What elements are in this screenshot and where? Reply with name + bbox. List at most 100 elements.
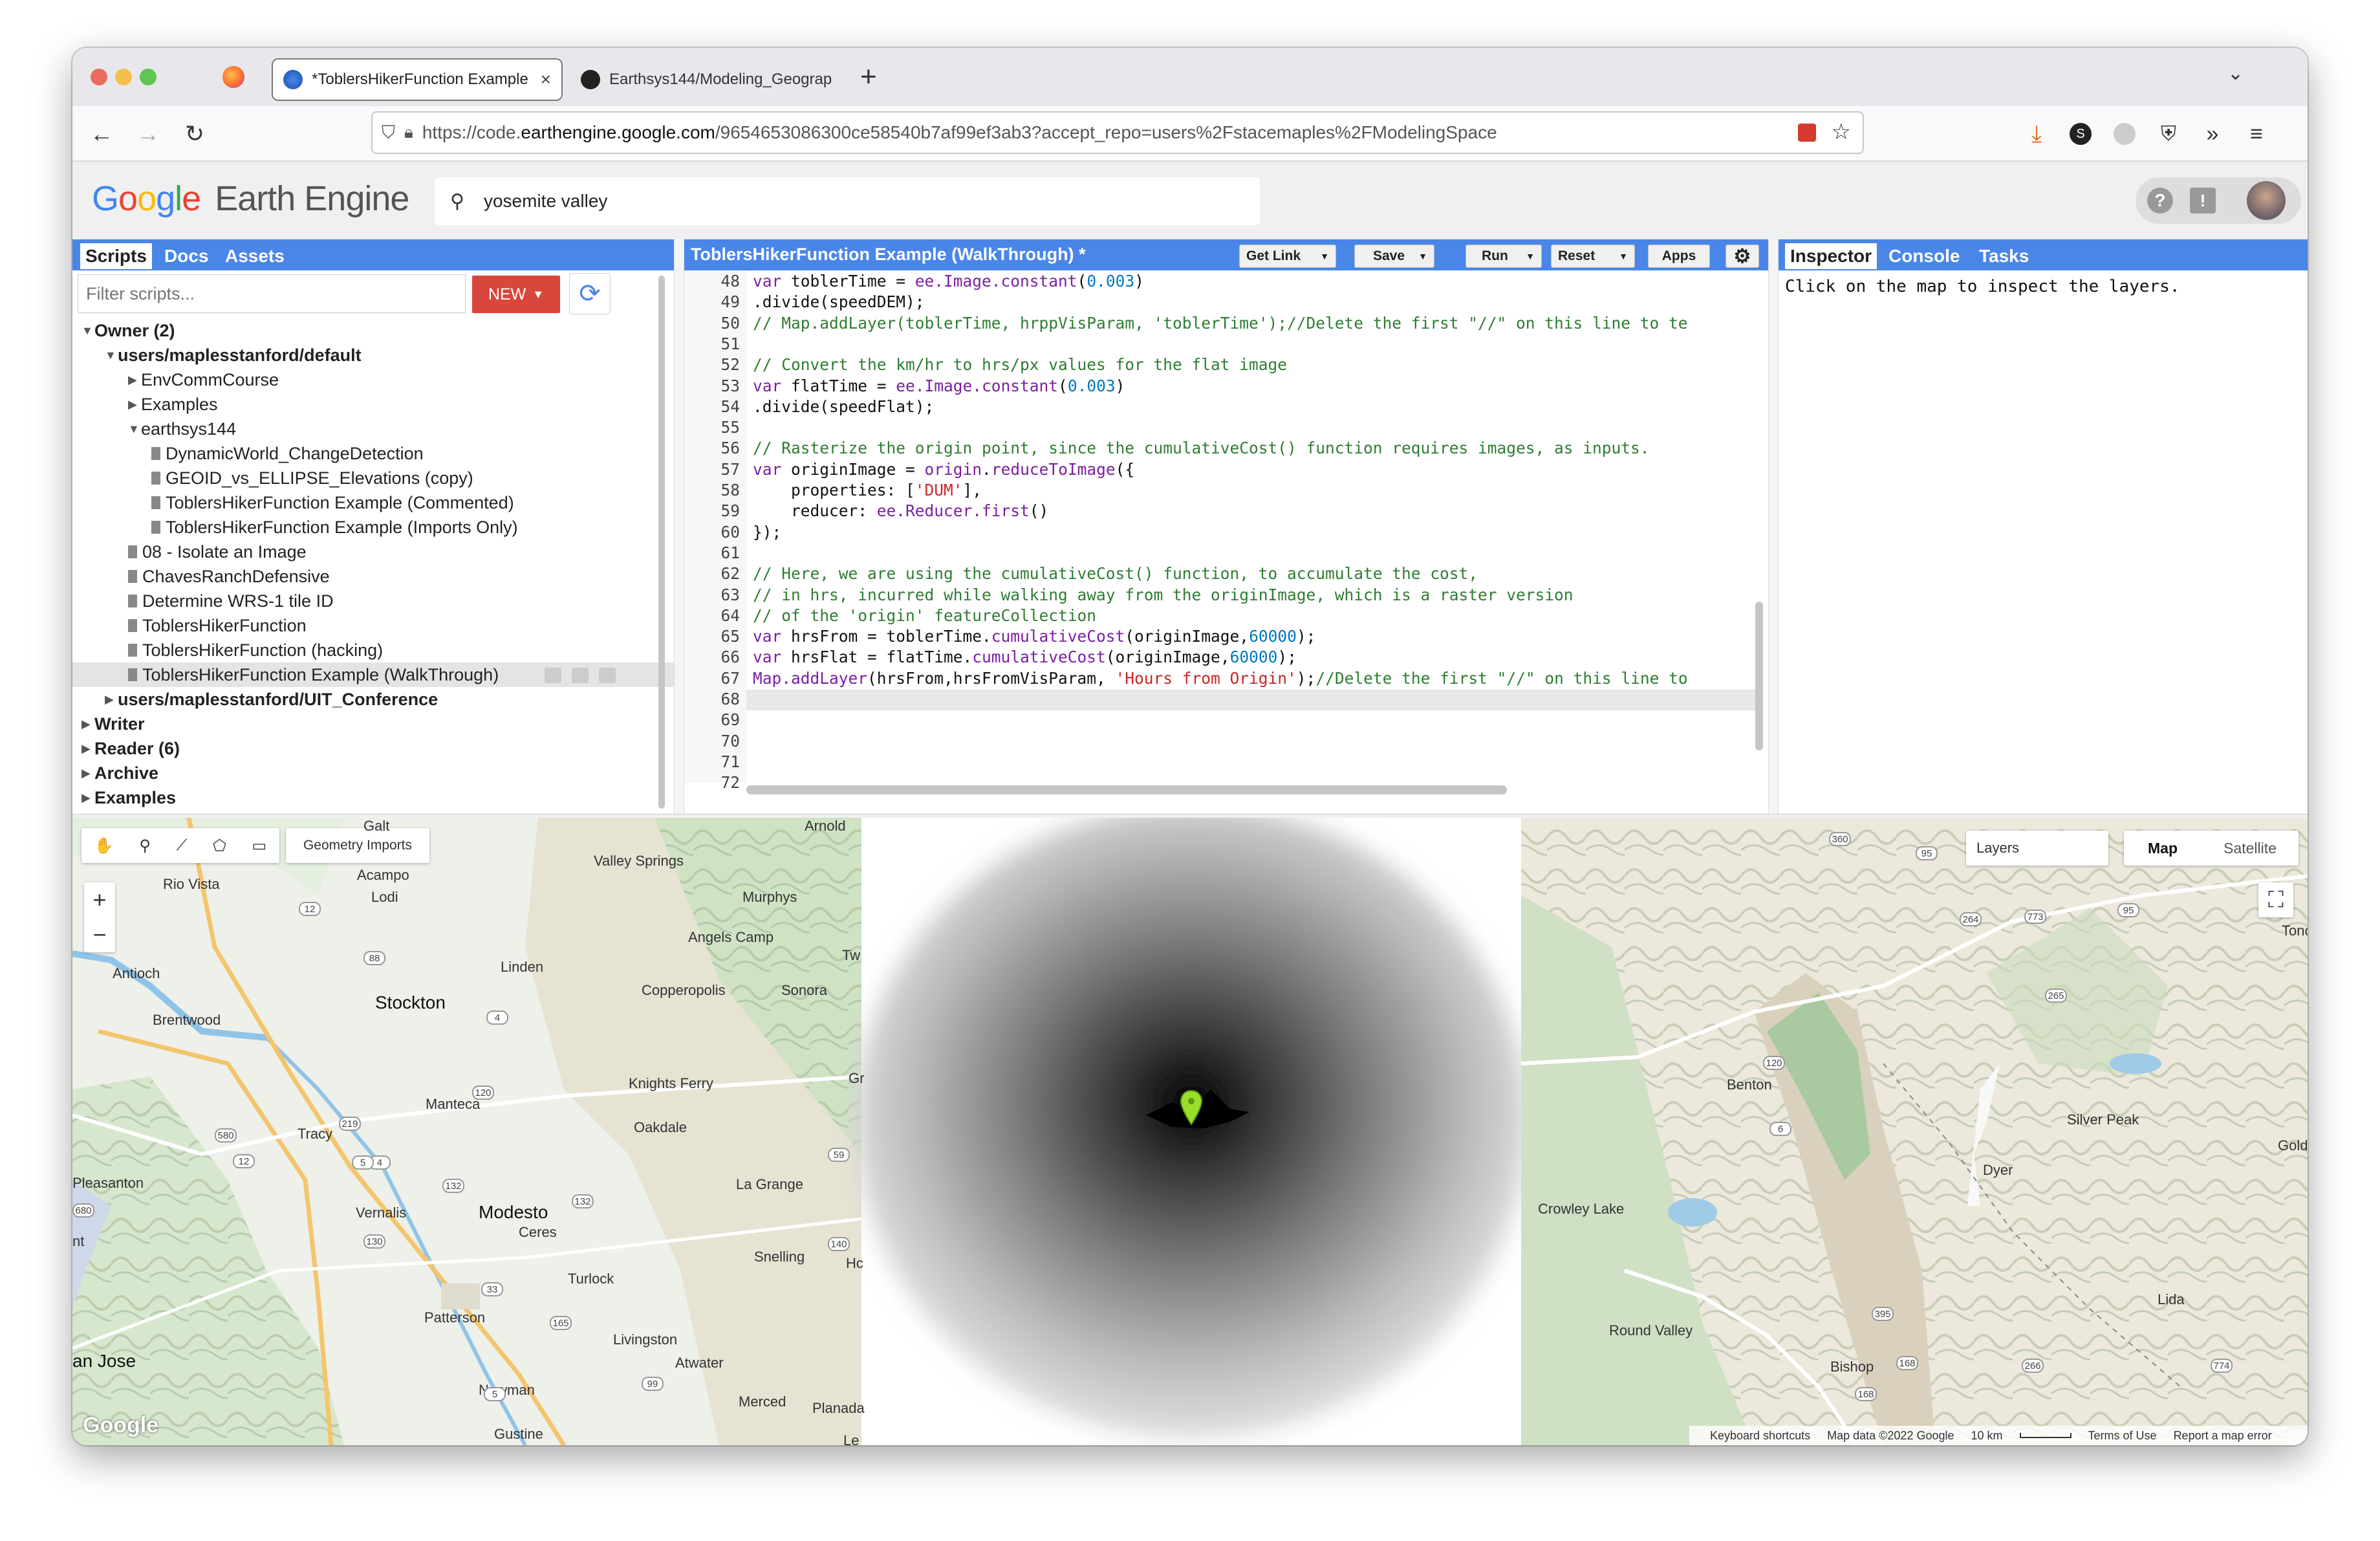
line-tool-icon[interactable]: ⟋ bbox=[177, 836, 188, 855]
new-script-button[interactable]: NEW ▼ bbox=[472, 276, 560, 313]
caret-down-icon[interactable]: ▼ bbox=[128, 422, 141, 436]
new-tab-icon[interactable]: + bbox=[860, 61, 877, 93]
save-button[interactable]: Save ▼ bbox=[1354, 245, 1434, 268]
chevron-down-icon[interactable]: ▼ bbox=[1320, 251, 1329, 261]
script-file-item[interactable]: GEOID_vs_ELLIPSE_Elevations (copy) bbox=[72, 466, 674, 490]
apps-button[interactable]: Apps bbox=[1648, 245, 1710, 268]
minimize-window-button[interactable] bbox=[115, 69, 132, 85]
chevron-down-icon[interactable]: ▼ bbox=[1526, 251, 1535, 261]
reload-icon[interactable]: ↻ bbox=[178, 118, 211, 150]
more-extensions-icon[interactable]: » bbox=[2196, 118, 2229, 150]
origin-marker-icon[interactable] bbox=[1180, 1089, 1203, 1126]
close-tab-icon[interactable]: × bbox=[541, 69, 551, 90]
script-folder-item[interactable]: ▼ users/maplesstanford/default bbox=[72, 343, 674, 367]
marker-tool-icon[interactable]: ⚲ bbox=[139, 836, 151, 855]
feedback-icon[interactable]: ! bbox=[2190, 188, 2216, 213]
bookmark-star-icon[interactable]: ☆ bbox=[1832, 119, 1851, 145]
caret-right-icon[interactable]: ▶ bbox=[81, 742, 94, 756]
script-file-item[interactable]: 08 - Isolate an Image bbox=[72, 540, 674, 564]
menu-hamburger-icon[interactable]: ≡ bbox=[2240, 118, 2273, 150]
geometry-imports-button[interactable]: Geometry Imports bbox=[286, 828, 429, 863]
report-map-error-link[interactable]: Report a map error bbox=[2174, 1429, 2272, 1443]
user-avatar[interactable] bbox=[2247, 181, 2286, 220]
script-file-item[interactable]: ToblersHikerFunction (hacking) bbox=[72, 638, 674, 662]
extension-grey-icon[interactable] bbox=[2114, 123, 2136, 145]
reset-button[interactable]: Reset ▼ bbox=[1551, 245, 1635, 268]
history-icon[interactable] bbox=[545, 668, 561, 683]
script-folder-item[interactable]: ▶ Examples bbox=[72, 785, 674, 810]
back-arrow-icon[interactable]: ← bbox=[85, 118, 118, 150]
caret-right-icon[interactable]: ▶ bbox=[105, 693, 118, 706]
hand-pan-icon[interactable]: ✋ bbox=[94, 836, 114, 855]
tab-docs[interactable]: Docs bbox=[159, 243, 213, 269]
polygon-tool-icon[interactable]: ⬠ bbox=[213, 836, 226, 855]
script-file-item[interactable]: ToblersHikerFunction Example (WalkThroug… bbox=[72, 662, 674, 687]
layers-button[interactable]: Layers bbox=[1966, 831, 2108, 866]
tab-assets[interactable]: Assets bbox=[220, 243, 290, 269]
downloads-icon[interactable]: ⤓ bbox=[2020, 118, 2053, 150]
caret-right-icon[interactable]: ▶ bbox=[128, 398, 141, 411]
tab-console[interactable]: Console bbox=[1883, 243, 1965, 269]
script-folder-item[interactable]: ▶ Reader (6) bbox=[72, 736, 674, 761]
caret-right-icon[interactable]: ▶ bbox=[81, 717, 94, 731]
tab-github[interactable]: Earthsys144/Modeling_Geograp bbox=[569, 58, 854, 101]
script-folder-item[interactable]: ▶ EnvCommCourse bbox=[72, 367, 674, 392]
editor-settings-button[interactable]: ⚙ bbox=[1726, 245, 1759, 268]
tab-tasks[interactable]: Tasks bbox=[1974, 243, 2034, 269]
scale-label[interactable]: 10 km bbox=[1971, 1429, 2003, 1443]
extension-badge-icon[interactable] bbox=[1798, 124, 1816, 142]
url-bar[interactable]: ⛉ 🔒︎ https://code. earthengine.google.co… bbox=[371, 111, 1864, 154]
firefox-icon[interactable] bbox=[222, 66, 244, 88]
code-area[interactable]: 48 var toblerTime = ee.Image.constant(0.0… bbox=[684, 270, 1768, 792]
zoom-in-button[interactable]: + bbox=[92, 882, 106, 917]
close-window-button[interactable] bbox=[91, 69, 107, 85]
forward-arrow-icon[interactable]: → bbox=[132, 118, 164, 150]
caret-right-icon[interactable]: ▶ bbox=[81, 791, 94, 805]
map-type-map[interactable]: Map bbox=[2124, 840, 2202, 857]
script-file-item[interactable]: ToblersHikerFunction Example (Imports On… bbox=[72, 515, 674, 540]
keyboard-shortcuts-link[interactable]: Keyboard shortcuts bbox=[1710, 1429, 1810, 1443]
script-file-item[interactable]: DynamicWorld_ChangeDetection bbox=[72, 441, 674, 466]
script-file-item[interactable]: ToblersHikerFunction bbox=[72, 613, 674, 638]
rectangle-tool-icon[interactable]: ▭ bbox=[252, 836, 266, 855]
earth-engine-logo[interactable]: Google Earth Engine bbox=[92, 179, 409, 219]
filter-scripts-input[interactable] bbox=[78, 274, 466, 313]
scripts-scrollbar[interactable] bbox=[658, 276, 665, 809]
get-link-button[interactable]: Get Link ▼ bbox=[1239, 245, 1336, 268]
run-button[interactable]: Run ▼ bbox=[1466, 245, 1542, 268]
caret-right-icon[interactable]: ▶ bbox=[81, 767, 94, 780]
fullscreen-button[interactable]: ⛶ bbox=[2258, 882, 2293, 917]
list-tabs-chevron-down-icon[interactable]: ⌄ bbox=[2227, 62, 2244, 85]
script-file-item[interactable]: Determine WRS-1 tile ID bbox=[72, 589, 674, 613]
tracking-protection-shield-icon[interactable]: ⛉ bbox=[382, 122, 395, 144]
search-input[interactable]: yosemite valley bbox=[484, 191, 607, 212]
tab-inspector[interactable]: Inspector bbox=[1785, 243, 1877, 269]
script-folder-item[interactable]: ▼ Owner (2) bbox=[72, 318, 674, 343]
edit-icon[interactable] bbox=[572, 668, 589, 683]
chevron-down-icon[interactable]: ▼ bbox=[1418, 251, 1427, 261]
caret-down-icon[interactable]: ▼ bbox=[81, 324, 94, 338]
script-folder-item[interactable]: ▶ users/maplesstanford/UIT_Conference bbox=[72, 687, 674, 712]
refresh-scripts-button[interactable]: ⟳ bbox=[569, 273, 611, 314]
delete-icon[interactable] bbox=[599, 668, 616, 683]
search-box[interactable]: ⚲ yosemite valley bbox=[435, 177, 1260, 225]
right-splitter[interactable] bbox=[1768, 239, 1779, 814]
caret-down-icon[interactable]: ▼ bbox=[105, 349, 118, 362]
script-folder-item[interactable]: ▶ Archive bbox=[72, 761, 674, 785]
help-icon[interactable]: ? bbox=[2147, 188, 2173, 213]
map-type-satellite[interactable]: Satellite bbox=[2202, 840, 2299, 857]
editor-horizontal-scrollbar[interactable] bbox=[746, 785, 1507, 794]
script-file-item[interactable]: ChavesRanchDefensive bbox=[72, 564, 674, 589]
ublock-shield-icon[interactable]: ⛨ bbox=[2152, 118, 2185, 150]
caret-right-icon[interactable]: ▶ bbox=[128, 373, 141, 387]
script-folder-item[interactable]: ▶ Examples bbox=[72, 392, 674, 417]
map-view[interactable]: ✋ ⚲ ⟋ ⬠ ▭ Geometry Imports + − Layers Ma… bbox=[72, 818, 2308, 1445]
lock-icon[interactable]: 🔒︎ bbox=[404, 122, 413, 143]
chevron-down-icon[interactable]: ▼ bbox=[1619, 251, 1628, 261]
terms-of-use-link[interactable]: Terms of Use bbox=[2088, 1429, 2157, 1443]
extension-s-icon[interactable]: S bbox=[2070, 123, 2092, 145]
tab-scripts[interactable]: Scripts bbox=[80, 243, 152, 269]
script-file-item[interactable]: ToblersHikerFunction Example (Commented) bbox=[72, 490, 674, 515]
tab-earth-engine[interactable]: *ToblersHikerFunction Example × bbox=[272, 58, 563, 101]
script-folder-item[interactable]: ▶ Writer bbox=[72, 712, 674, 736]
